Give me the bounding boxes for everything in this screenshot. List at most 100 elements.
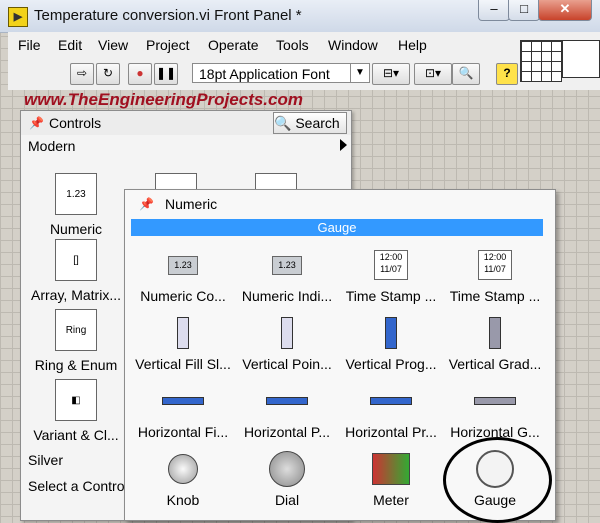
category-numeric[interactable]: 1.23 Numeric bbox=[26, 173, 126, 237]
palette-highlight: Gauge bbox=[131, 219, 543, 236]
pin-icon[interactable]: 📌 bbox=[139, 197, 154, 211]
time-stamp-icon: 12:00 11/07 bbox=[478, 250, 512, 280]
palette-item-vertical-fill-slide[interactable]: Vertical Fill Sl... bbox=[131, 314, 235, 372]
expand-arrow-icon bbox=[340, 139, 347, 151]
numeric-palette-title: Numeric bbox=[165, 196, 218, 212]
category-variant[interactable]: ◧ Variant & Cl... bbox=[26, 379, 126, 443]
vertical-graduated-icon bbox=[489, 317, 501, 349]
toolbar: ⇨ ↻ ● ❚❚ 18pt Application Font ▼ ⊟▾ ⊡▾ 🔍… bbox=[8, 58, 600, 90]
horizontal-slider-icon bbox=[162, 397, 204, 405]
menu-file[interactable]: File bbox=[18, 37, 41, 53]
menu-project[interactable]: Project bbox=[146, 37, 190, 53]
section-modern[interactable]: Modern bbox=[21, 135, 351, 157]
palette-item-dial[interactable]: Dial bbox=[235, 450, 339, 508]
vi-icon[interactable] bbox=[562, 40, 600, 78]
dial-icon bbox=[269, 451, 305, 487]
palette-item-numeric-indicator[interactable]: 1.23 Numeric Indi... bbox=[235, 246, 339, 304]
palette-item-time-stamp-indicator[interactable]: 12:00 11/07 Time Stamp ... bbox=[443, 246, 547, 304]
palette-item-vertical-progress-bar[interactable]: Vertical Prog... bbox=[339, 314, 443, 372]
palette-item-meter[interactable]: Meter bbox=[339, 450, 443, 508]
connector-pane-icon[interactable] bbox=[520, 40, 562, 82]
palette-item-label: Vertical Poin... bbox=[242, 356, 332, 372]
help-icon[interactable]: ? bbox=[496, 63, 518, 85]
section-silver-label: Silver bbox=[28, 452, 64, 468]
category-variant-label: Variant & Cl... bbox=[33, 427, 119, 443]
palette-item-label: Horizontal P... bbox=[243, 424, 331, 440]
watermark-text: www.TheEngineeringProjects.com bbox=[24, 90, 303, 109]
vertical-slider-icon bbox=[281, 317, 293, 349]
maximize-button[interactable]: □ bbox=[508, 0, 540, 21]
horizontal-progress-icon bbox=[370, 397, 412, 405]
palette-item-label: Horizontal Fi... bbox=[137, 424, 229, 440]
meter-icon bbox=[372, 453, 410, 485]
menu-help[interactable]: Help bbox=[398, 37, 427, 53]
minimize-button[interactable]: – bbox=[478, 0, 510, 21]
search-icon: 🔍 bbox=[274, 115, 292, 131]
controls-palette-title: Controls bbox=[49, 115, 102, 131]
menu-view[interactable]: View bbox=[98, 37, 128, 53]
search-button[interactable]: 🔍 Search bbox=[273, 112, 347, 134]
category-array[interactable]: [] Array, Matrix... bbox=[26, 239, 126, 303]
category-ring-label: Ring & Enum bbox=[34, 357, 118, 373]
align-objects-icon[interactable]: ⊟▾ bbox=[372, 63, 410, 85]
palette-item-numeric-control[interactable]: 1.23 Numeric Co... bbox=[131, 246, 235, 304]
palette-item-label: Vertical Fill Sl... bbox=[135, 356, 231, 372]
palette-item-horizontal-progress-bar[interactable]: Horizontal Pr... bbox=[339, 382, 443, 440]
font-select[interactable]: 18pt Application Font ▼ bbox=[192, 63, 370, 83]
palette-item-vertical-graduated-bar[interactable]: Vertical Grad... bbox=[443, 314, 547, 372]
title-bar: ▶ Temperature conversion.vi Front Panel … bbox=[0, 0, 600, 33]
palette-item-label: Meter bbox=[373, 492, 409, 508]
section-modern-label: Modern bbox=[28, 138, 76, 154]
palette-item-label: Vertical Grad... bbox=[448, 356, 542, 372]
search-label: Search bbox=[295, 115, 340, 131]
palette-item-horizontal-fill-slide[interactable]: Horizontal Fi... bbox=[131, 382, 235, 440]
vertical-progress-icon bbox=[385, 317, 397, 349]
menu-window[interactable]: Window bbox=[328, 37, 378, 53]
zoom-icon[interactable]: 🔍 bbox=[452, 63, 480, 85]
labview-icon: ▶ bbox=[8, 7, 28, 27]
palette-item-knob[interactable]: Knob bbox=[131, 450, 235, 508]
numeric-control-icon: 1.23 bbox=[168, 255, 198, 275]
palette-item-label: Numeric Co... bbox=[140, 288, 226, 304]
distribute-objects-icon[interactable]: ⊡▾ bbox=[414, 63, 452, 85]
menu-tools[interactable]: Tools bbox=[276, 37, 309, 53]
section-select-label: Select a Contro bbox=[28, 478, 125, 494]
palette-item-horizontal-graduated-bar[interactable]: Horizontal G... bbox=[443, 382, 547, 440]
numeric-indicator-icon: 1.23 bbox=[272, 255, 302, 275]
controls-palette-header: 📌 Controls 🔍 Search bbox=[21, 111, 351, 135]
time-stamp-icon: 12:00 11/07 bbox=[374, 250, 408, 280]
run-arrow-icon[interactable]: ⇨ bbox=[70, 63, 94, 85]
menu-operate[interactable]: Operate bbox=[208, 37, 259, 53]
array-icon: [] bbox=[55, 239, 97, 281]
palette-item-time-stamp-control[interactable]: 12:00 11/07 Time Stamp ... bbox=[339, 246, 443, 304]
menu-edit[interactable]: Edit bbox=[58, 37, 82, 53]
numeric-icon: 1.23 bbox=[55, 173, 97, 215]
variant-icon: ◧ bbox=[55, 379, 97, 421]
window-title: Temperature conversion.vi Front Panel * bbox=[34, 7, 302, 24]
knob-icon bbox=[168, 454, 198, 484]
chevron-down-icon: ▼ bbox=[350, 64, 369, 82]
category-numeric-label: Numeric bbox=[49, 221, 103, 237]
run-continuous-icon[interactable]: ↻ bbox=[96, 63, 120, 85]
palette-item-label: Time Stamp ... bbox=[449, 288, 541, 304]
palette-item-label: Vertical Prog... bbox=[345, 356, 437, 372]
pin-icon[interactable]: 📌 bbox=[29, 116, 44, 130]
ring-icon: Ring bbox=[55, 309, 97, 351]
palette-item-label: Knob bbox=[166, 492, 200, 508]
palette-item-label: Numeric Indi... bbox=[241, 288, 333, 304]
palette-item-label: Dial bbox=[274, 492, 300, 508]
category-ring[interactable]: Ring Ring & Enum bbox=[26, 309, 126, 373]
horizontal-graduated-icon bbox=[474, 397, 516, 405]
font-select-value: 18pt Application Font bbox=[199, 66, 330, 82]
close-button[interactable]: ✕ bbox=[538, 0, 592, 21]
palette-item-label: Horizontal Pr... bbox=[345, 424, 437, 440]
abort-icon[interactable]: ● bbox=[128, 63, 152, 85]
highlight-circle-annotation bbox=[443, 437, 552, 523]
category-array-label: Array, Matrix... bbox=[31, 287, 121, 303]
palette-item-label: Time Stamp ... bbox=[345, 288, 437, 304]
menu-bar: File Edit View Project Operate Tools Win… bbox=[8, 32, 600, 58]
pause-icon[interactable]: ❚❚ bbox=[154, 63, 178, 85]
palette-item-horizontal-pointer-slide[interactable]: Horizontal P... bbox=[235, 382, 339, 440]
vertical-slider-icon bbox=[177, 317, 189, 349]
palette-item-vertical-pointer-slide[interactable]: Vertical Poin... bbox=[235, 314, 339, 372]
